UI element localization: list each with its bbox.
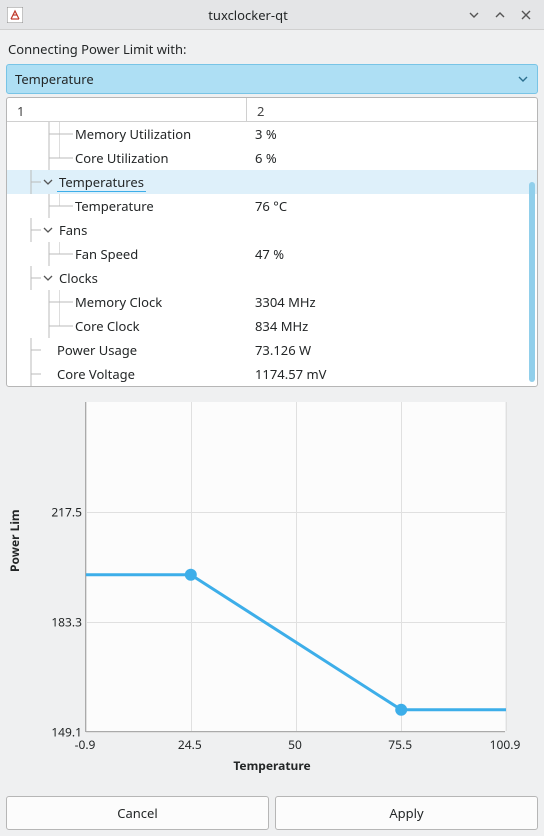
tree-label: Clocks — [57, 269, 100, 287]
tree-label: Memory Clock — [73, 293, 164, 311]
title-bar: tuxclocker-qt — [0, 0, 544, 30]
app-icon — [6, 6, 24, 24]
cancel-button-label: Cancel — [117, 804, 157, 822]
window-title: tuxclocker-qt — [30, 6, 466, 24]
sensor-tree-panel: 1 2 Memory Utilization 3 % — [6, 97, 538, 387]
tree-row-temperatures[interactable]: Temperatures — [7, 170, 537, 194]
tree-label: Core Clock — [73, 317, 142, 335]
chevron-down-icon — [517, 73, 529, 85]
tree-row-fans[interactable]: Fans — [7, 218, 537, 242]
chart-xtick: 50 — [288, 736, 302, 753]
chart-ytick: 217.5 — [42, 504, 82, 521]
chevron-down-icon — [41, 175, 55, 189]
tree-label: Power Usage — [55, 341, 139, 359]
chevron-down-icon — [41, 223, 55, 237]
maximize-icon[interactable] — [492, 7, 508, 23]
chart-xtick: 75.5 — [388, 736, 412, 753]
tree-value: 47 % — [247, 245, 537, 263]
tree-label: Fan Speed — [73, 245, 140, 263]
connecting-label: Connecting Power Limit with: — [6, 36, 538, 64]
apply-button-label: Apply — [389, 804, 423, 822]
tree-value: 1174.57 mV — [247, 365, 537, 383]
chevron-down-icon — [41, 271, 55, 285]
tree-row-core-clock[interactable]: Core Clock 834 MHz — [7, 314, 537, 338]
tree-label: Temperature — [73, 197, 156, 215]
tree-row-core-utilization[interactable]: Core Utilization 6 % — [7, 146, 537, 170]
tree-value: 834 MHz — [247, 317, 537, 335]
close-icon[interactable] — [518, 7, 534, 23]
apply-button[interactable]: Apply — [275, 796, 538, 830]
chart-plot[interactable] — [85, 402, 505, 732]
chart-line — [86, 575, 506, 710]
chart-xlabel: Temperature — [0, 757, 544, 774]
tree-value: 76 °C — [247, 197, 537, 215]
scrollbar[interactable] — [529, 182, 535, 382]
tree-value: 6 % — [247, 149, 537, 167]
combo-selected-text: Temperature — [15, 70, 517, 88]
chart-ylabel: Power Lim — [6, 509, 23, 572]
chart-xtick: 24.5 — [178, 736, 202, 753]
tree-label: Fans — [57, 221, 89, 239]
tree-label: Temperatures — [57, 173, 146, 192]
tree-header-col2[interactable]: 2 — [247, 98, 537, 121]
tree-header: 1 2 — [7, 98, 537, 122]
tree-label: Core Utilization — [73, 149, 171, 167]
tree-row-power-usage[interactable]: Power Usage 73.126 W — [7, 338, 537, 362]
tree-row-clocks[interactable]: Clocks — [7, 266, 537, 290]
tree-row-core-voltage[interactable]: Core Voltage 1174.57 mV — [7, 362, 537, 386]
tree-value: 3304 MHz — [247, 293, 537, 311]
chart-xtick: 100.9 — [490, 736, 521, 753]
tree-label: Core Voltage — [55, 365, 137, 383]
tree-row-fan-speed[interactable]: Fan Speed 47 % — [7, 242, 537, 266]
chart-ytick: 183.3 — [42, 614, 82, 631]
tree-header-col1[interactable]: 1 — [7, 98, 247, 121]
tree-row-memory-clock[interactable]: Memory Clock 3304 MHz — [7, 290, 537, 314]
chart-control-point[interactable] — [185, 569, 197, 581]
minimize-icon[interactable] — [466, 7, 482, 23]
tree-value: 73.126 W — [247, 341, 537, 359]
tree-value: 3 % — [247, 125, 537, 143]
chart-control-point[interactable] — [395, 704, 407, 716]
chart-xtick: -0.9 — [75, 736, 96, 753]
cancel-button[interactable]: Cancel — [6, 796, 269, 830]
source-combo[interactable]: Temperature — [6, 64, 538, 94]
tree-row-memory-utilization[interactable]: Memory Utilization 3 % — [7, 122, 537, 146]
tree-row-temperature[interactable]: Temperature 76 °C — [7, 194, 537, 218]
chart-area: Power Lim 149.1183.3217.5 -0.924.55075.5… — [0, 392, 544, 788]
tree-label: Memory Utilization — [73, 125, 193, 143]
